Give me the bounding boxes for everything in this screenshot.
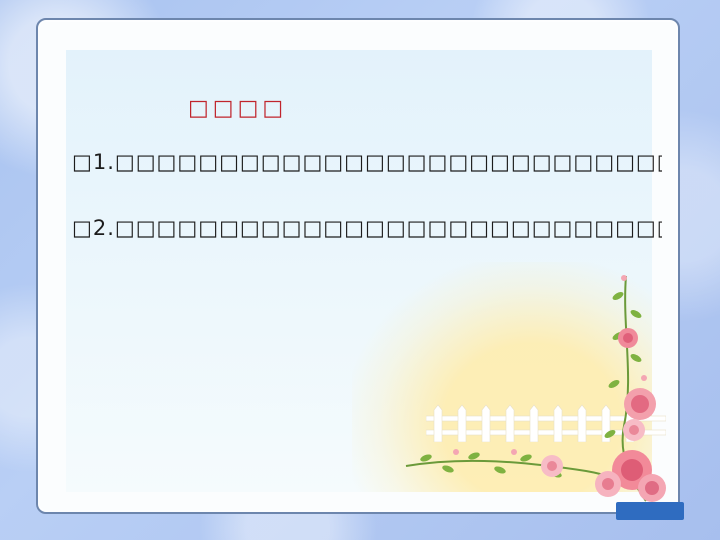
rose-vine-icon bbox=[405, 275, 666, 502]
paragraph-1: □1.□□□□□□□□□□□□□□□□□□□□□□□□□□□□□□□□□□□□□… bbox=[72, 150, 662, 174]
corner-tab bbox=[616, 502, 684, 520]
slide-heading: □□□□ bbox=[188, 96, 288, 121]
